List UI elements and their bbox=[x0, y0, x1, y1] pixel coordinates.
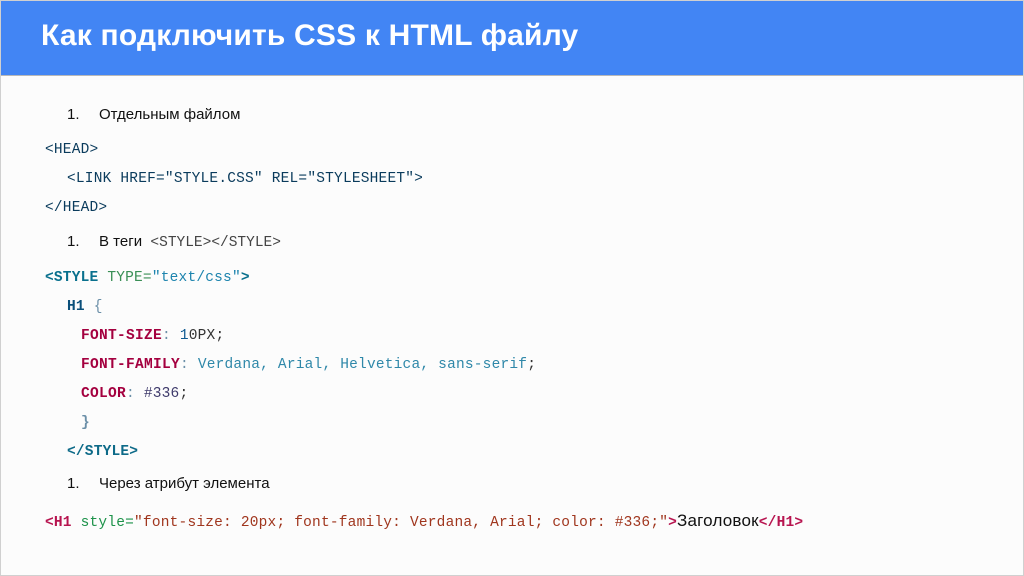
colon: : bbox=[180, 357, 189, 373]
tag-attr-value: "font-size: 20px; font-family: Verdana, … bbox=[134, 515, 668, 531]
list-text-prefix: В теги bbox=[99, 233, 142, 250]
slide-content: 1. Отдельным файлом <HEAD> <LINK HREF="S… bbox=[1, 76, 1023, 552]
tag-open: <H1 bbox=[45, 515, 72, 531]
code-line: H1 { bbox=[67, 297, 979, 318]
css-value: 0 bbox=[189, 328, 198, 344]
css-value: Verdana, Arial, Helvetica, sans-serif bbox=[189, 357, 527, 373]
list-number: 1. bbox=[67, 473, 81, 495]
tag-open: <STYLE bbox=[45, 270, 98, 286]
tag-close: </STYLE> bbox=[67, 442, 979, 463]
code-line: <H1 style="font-size: 20px; font-family:… bbox=[45, 509, 979, 534]
list-text: Через атрибут элемента bbox=[99, 473, 270, 495]
list-text-tag: <STYLE></STYLE> bbox=[150, 235, 281, 251]
list-item: 1. Через атрибут элемента bbox=[67, 473, 979, 495]
code-line: <HEAD> bbox=[45, 140, 979, 161]
brace-close: } bbox=[81, 413, 979, 434]
tag-attr-value: "text/css" bbox=[152, 270, 241, 286]
list-number: 1. bbox=[67, 231, 81, 253]
colon: : bbox=[126, 386, 135, 402]
code-line: FONT-SIZE: 10PX; bbox=[81, 326, 979, 347]
code-line: FONT-FAMILY: Verdana, Arial, Helvetica, … bbox=[81, 355, 979, 376]
slide-title: Как подключить CSS к HTML файлу bbox=[41, 19, 983, 53]
colon: : bbox=[162, 328, 171, 344]
list-item: 1. В теги <STYLE></STYLE> bbox=[67, 231, 979, 254]
tag-text: Заголовок bbox=[677, 511, 759, 530]
css-value: #336 bbox=[135, 386, 180, 402]
tag-attr: TYPE= bbox=[98, 270, 151, 286]
list-text: В теги <STYLE></STYLE> bbox=[99, 231, 281, 254]
code-line: </HEAD> bbox=[45, 198, 979, 219]
css-prop: FONT-SIZE bbox=[81, 328, 162, 344]
css-selector: H1 bbox=[67, 299, 85, 315]
tag-close: </H1> bbox=[759, 515, 804, 531]
tag-close-angle: > bbox=[241, 270, 250, 286]
brace-open: { bbox=[94, 299, 103, 315]
tag-close-angle: > bbox=[668, 515, 677, 531]
semicolon: ; bbox=[179, 386, 188, 402]
css-prop: FONT-FAMILY bbox=[81, 357, 180, 373]
css-prop: COLOR bbox=[81, 386, 126, 402]
slide-header: Как подключить CSS к HTML файлу bbox=[1, 1, 1023, 76]
css-value: 1 bbox=[171, 328, 189, 344]
list-item: 1. Отдельным файлом bbox=[67, 104, 979, 126]
list-text: Отдельным файлом bbox=[99, 104, 240, 126]
code-line: COLOR: #336; bbox=[81, 384, 979, 405]
code-line: <STYLE TYPE="text/css"> bbox=[45, 268, 979, 289]
tag-attr: style= bbox=[72, 515, 134, 531]
list-number: 1. bbox=[67, 104, 81, 126]
css-unit: PX bbox=[198, 328, 216, 344]
semicolon: ; bbox=[215, 328, 224, 344]
semicolon: ; bbox=[527, 357, 536, 373]
code-line: <LINK HREF="STYLE.CSS" REL="STYLESHEET"> bbox=[67, 169, 979, 190]
